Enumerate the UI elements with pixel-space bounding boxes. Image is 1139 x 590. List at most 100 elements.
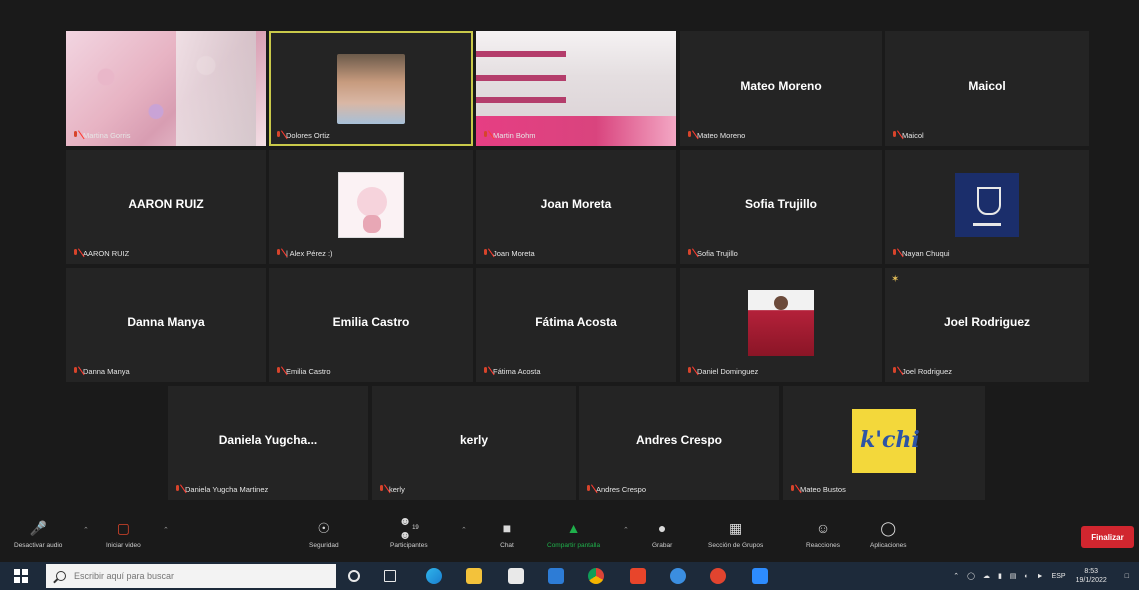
participant-tile[interactable]: ✶ Joel Rodriguez Joel Rodriguez <box>885 268 1089 382</box>
microphone-icon: 🎤 <box>29 519 47 536</box>
participant-tile[interactable]: Daniela Yugcha... Daniela Yugcha Martine… <box>168 386 368 500</box>
office-icon[interactable] <box>630 568 646 584</box>
participant-name-label: Nayan Chuqui <box>891 247 950 260</box>
participant-tile[interactable]: Danna Manya Danna Manya <box>66 268 266 382</box>
end-meeting-button[interactable]: Finalizar <box>1081 526 1134 548</box>
participant-video <box>337 54 405 124</box>
breakout-rooms-button[interactable]: ▦ Sección de Grupos <box>708 518 763 550</box>
taskbar-clock[interactable]: 8:53 19/1/2022 <box>1076 567 1107 585</box>
tray-app-icon[interactable]: ◯ <box>967 572 975 580</box>
reactions-button[interactable]: ☺ Reacciones <box>806 518 840 549</box>
profile-picture <box>338 172 404 238</box>
participant-tile[interactable]: Joan Moreta Joan Moreta <box>476 150 676 264</box>
participant-tile[interactable]: AARON RUIZ AARON RUIZ <box>66 150 266 264</box>
cortana-icon[interactable] <box>348 570 360 582</box>
taskbar-search-input[interactable] <box>74 571 314 581</box>
participant-name-label: Andres Crespo <box>585 483 646 496</box>
participant-display-name: Joan Moreta <box>540 197 612 211</box>
participant-tile[interactable]: Andres Crespo Andres Crespo <box>579 386 779 500</box>
mail-icon[interactable] <box>548 568 564 584</box>
participant-tile[interactable]: Fátima Acosta Fátima Acosta <box>476 268 676 382</box>
muted-mic-icon <box>174 485 181 494</box>
participant-display-name: Andres Crespo <box>635 433 723 447</box>
muted-mic-icon <box>378 485 385 494</box>
zoom-icon[interactable] <box>752 568 768 584</box>
start-video-button[interactable]: ▢ Iniciar video <box>106 518 141 550</box>
participant-tile-active-speaker[interactable]: Dolores Ortiz <box>269 31 473 146</box>
chat-button[interactable]: ■ Chat <box>497 518 517 549</box>
muted-mic-icon <box>686 367 693 376</box>
windows-start-icon[interactable] <box>14 569 28 583</box>
participants-options-chevron-icon[interactable]: ⌃ <box>461 526 467 534</box>
chat-bubble-icon: ■ <box>502 520 512 536</box>
volume-icon[interactable]: ► <box>1037 573 1044 580</box>
participant-tile[interactable]: k'chi Mateo Bustos <box>783 386 985 500</box>
video-options-chevron-icon[interactable]: ⌃ <box>163 526 169 534</box>
participant-display-name: Danna Manya <box>127 315 205 329</box>
participant-name-label: Maicol <box>891 129 924 142</box>
participant-tile[interactable]: Mateo Moreno Mateo Moreno <box>680 31 882 146</box>
security-button[interactable]: ☉ Seguridad <box>309 518 339 550</box>
muted-mic-icon <box>789 485 796 494</box>
muted-mic-icon <box>891 131 898 140</box>
participant-name-label: Martina Gorris <box>72 129 131 142</box>
show-hidden-icons-chevron-icon[interactable]: ⌃ <box>953 572 959 580</box>
app-icon[interactable] <box>670 568 686 584</box>
participant-name-label: Fátima Acosta <box>482 365 541 378</box>
participant-tile[interactable]: Daniel Dominguez <box>680 268 882 382</box>
participant-name-label: Sofia Trujillo <box>686 247 738 260</box>
muted-mic-icon <box>891 367 898 376</box>
participants-count: 19 <box>412 525 419 531</box>
muted-mic-icon <box>275 131 282 140</box>
participants-button[interactable]: ☻☻ 19 Participantes <box>390 514 428 549</box>
store-icon[interactable] <box>508 568 524 584</box>
notifications-icon[interactable]: □ <box>1125 573 1129 580</box>
battery-icon[interactable]: ▮ <box>998 572 1002 580</box>
system-tray: ⌃ ◯ ☁ ▮ ▤ ◐ ► ESP 8:53 19/1/2022 □ <box>949 562 1139 590</box>
participant-tile[interactable]: Sofia Trujillo Sofia Trujillo <box>680 150 882 264</box>
muted-mic-icon <box>686 131 693 140</box>
muted-mic-icon <box>482 367 489 376</box>
clock-date: 19/1/2022 <box>1075 577 1107 584</box>
edge-icon[interactable] <box>426 568 442 584</box>
participant-tile[interactable]: Nayan Chuqui <box>885 150 1089 264</box>
mute-audio-button[interactable]: 🎤 Desactivar audio <box>14 518 62 550</box>
participant-tile[interactable]: Maicol Maicol <box>885 31 1089 146</box>
participant-tile[interactable]: kerly kerly <box>372 386 576 500</box>
record-button[interactable]: ● Grabar <box>652 518 672 549</box>
cloud-icon[interactable]: ☁ <box>983 572 990 580</box>
participant-tile[interactable]: Martin Bohm <box>476 31 676 146</box>
task-view-icon[interactable] <box>384 570 396 582</box>
taskbar-search[interactable] <box>46 564 336 588</box>
share-screen-icon: ▲ <box>566 520 581 536</box>
network-icon[interactable]: ▤ <box>1010 572 1017 580</box>
participant-tile[interactable]: Emilia Castro Emilia Castro <box>269 268 473 382</box>
participant-tile[interactable]: | Alex Pérez :) <box>269 150 473 264</box>
apps-button[interactable]: ◯ Aplicaciones <box>870 518 907 550</box>
shield-icon: ☉ <box>317 519 331 536</box>
participant-name-label: Joel Rodriguez <box>891 365 952 378</box>
language-indicator[interactable]: ESP <box>1052 573 1066 580</box>
apps-icon: ◯ <box>880 519 897 536</box>
muted-mic-icon <box>72 249 79 258</box>
participant-display-name: Sofia Trujillo <box>744 197 817 211</box>
audio-options-chevron-icon[interactable]: ⌃ <box>83 526 89 534</box>
participant-name-label: Daniel Dominguez <box>686 365 758 378</box>
participant-tile[interactable]: Martina Gorris <box>66 31 266 146</box>
record-icon: ● <box>657 520 667 536</box>
participant-name-label: Emilia Castro <box>275 365 331 378</box>
participant-display-name: Maicol <box>968 78 1006 93</box>
participants-icon: ☻☻ 19 <box>398 514 419 542</box>
ecuador-badge-icon <box>955 173 1019 237</box>
file-explorer-icon[interactable] <box>466 568 482 584</box>
share-options-chevron-icon[interactable]: ⌃ <box>623 526 629 534</box>
share-screen-button[interactable]: ▲ Compartir pantalla <box>547 518 600 549</box>
muted-mic-icon <box>275 367 282 376</box>
chrome-icon[interactable] <box>588 568 604 584</box>
participant-name-label: | Alex Pérez :) <box>275 247 333 260</box>
participant-name-label: AARON RUIZ <box>72 247 129 260</box>
app-red-icon[interactable] <box>710 568 726 584</box>
participant-name-label: Joan Moreta <box>482 247 535 260</box>
wifi-icon[interactable]: ◐ <box>1024 573 1028 580</box>
party-popper-reaction-icon: ✶ <box>891 274 900 285</box>
